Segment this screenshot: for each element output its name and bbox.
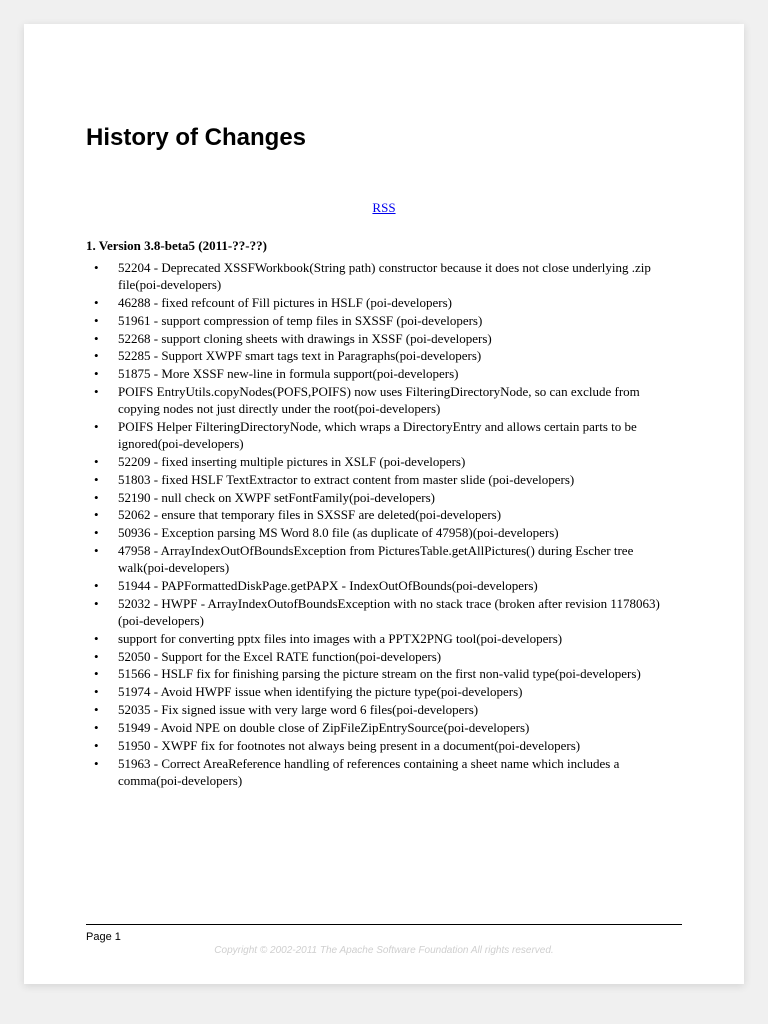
list-item: 47958 - ArrayIndexOutOfBoundsException f… (86, 543, 682, 577)
list-item: 52285 - Support XWPF smart tags text in … (86, 348, 682, 365)
list-item: POIFS EntryUtils.copyNodes(POFS,POIFS) n… (86, 384, 682, 418)
copyright-text: Copyright © 2002-2011 The Apache Softwar… (86, 945, 682, 956)
rss-link[interactable]: RSS (86, 200, 682, 216)
list-item: POIFS Helper FilteringDirectoryNode, whi… (86, 419, 682, 453)
list-item: 51961 - support compression of temp file… (86, 313, 682, 330)
list-item: 50936 - Exception parsing MS Word 8.0 fi… (86, 525, 682, 542)
list-item: 52190 - null check on XWPF setFontFamily… (86, 490, 682, 507)
page-number: Page 1 (86, 931, 682, 943)
list-item: 51963 - Correct AreaReference handling o… (86, 756, 682, 790)
list-item: 51566 - HSLF fix for finishing parsing t… (86, 666, 682, 683)
document-page: History of Changes RSS 1. Version 3.8-be… (24, 24, 744, 984)
list-item: 51875 - More XSSF new-line in formula su… (86, 366, 682, 383)
page-title: History of Changes (86, 124, 682, 152)
list-item: 51950 - XWPF fix for footnotes not alway… (86, 738, 682, 755)
list-item: 52062 - ensure that temporary files in S… (86, 507, 682, 524)
list-item: 52209 - fixed inserting multiple picture… (86, 454, 682, 471)
section-heading: 1. Version 3.8-beta5 (2011-??-??) (86, 238, 682, 254)
footer-divider (86, 924, 682, 925)
page-footer: Page 1 Copyright © 2002-2011 The Apache … (86, 924, 682, 956)
list-item: 52204 - Deprecated XSSFWorkbook(String p… (86, 260, 682, 294)
list-item: 51944 - PAPFormattedDiskPage.getPAPX - I… (86, 578, 682, 595)
list-item: 52032 - HWPF - ArrayIndexOutofBoundsExce… (86, 596, 682, 630)
changes-list: 52204 - Deprecated XSSFWorkbook(String p… (86, 260, 682, 790)
list-item: 51974 - Avoid HWPF issue when identifyin… (86, 684, 682, 701)
list-item: 52035 - Fix signed issue with very large… (86, 702, 682, 719)
list-item: 46288 - fixed refcount of Fill pictures … (86, 295, 682, 312)
list-item: 52268 - support cloning sheets with draw… (86, 331, 682, 348)
list-item: 51949 - Avoid NPE on double close of Zip… (86, 720, 682, 737)
list-item: support for converting pptx files into i… (86, 631, 682, 648)
list-item: 52050 - Support for the Excel RATE funct… (86, 649, 682, 666)
list-item: 51803 - fixed HSLF TextExtractor to extr… (86, 472, 682, 489)
